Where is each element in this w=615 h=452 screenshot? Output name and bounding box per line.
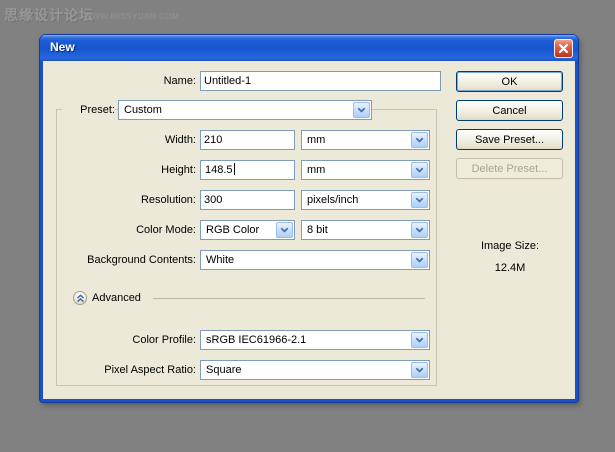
color-profile-value: sRGB IEC61966-2.1 (206, 331, 306, 349)
height-input[interactable]: 148.5 (200, 160, 295, 180)
dialog-titlebar[interactable]: New (40, 35, 578, 61)
bit-depth-select[interactable]: 8 bit (301, 220, 430, 240)
preset-value: Custom (124, 101, 162, 119)
ok-button[interactable]: OK (456, 71, 563, 92)
preset-select[interactable]: Custom (118, 100, 372, 120)
pixel-aspect-ratio-label: Pixel Aspect Ratio: (60, 360, 196, 380)
background-contents-dropdown-button[interactable] (411, 252, 428, 268)
color-profile-label: Color Profile: (60, 330, 196, 350)
double-chevron-up-icon (76, 294, 85, 303)
text-caret (234, 163, 235, 175)
bit-depth-dropdown-button[interactable] (411, 222, 428, 238)
image-size-label: Image Size: (445, 240, 575, 252)
color-mode-dropdown-button[interactable] (276, 222, 293, 238)
background-contents-value: White (206, 251, 234, 269)
pixel-aspect-ratio-value: Square (206, 361, 241, 379)
delete-preset-button: Delete Preset... (456, 158, 563, 179)
advanced-divider (153, 298, 425, 299)
name-input[interactable] (200, 71, 441, 91)
color-profile-select[interactable]: sRGB IEC61966-2.1 (200, 330, 430, 350)
pixel-aspect-ratio-select[interactable]: Square (200, 360, 430, 380)
width-unit-select[interactable]: mm (301, 130, 430, 150)
color-mode-select[interactable]: RGB Color (200, 220, 295, 240)
width-unit-value: mm (307, 131, 325, 149)
width-label: Width: (60, 130, 196, 150)
chevron-down-icon (415, 367, 424, 373)
width-unit-dropdown-button[interactable] (411, 132, 428, 148)
image-size-value: 12.4M (445, 262, 575, 274)
height-value: 148.5 (205, 164, 233, 176)
chevron-down-icon (415, 197, 424, 203)
color-profile-dropdown-button[interactable] (411, 332, 428, 348)
advanced-collapse-button[interactable] (73, 291, 87, 305)
chevron-down-icon (415, 257, 424, 263)
width-input[interactable] (200, 130, 295, 150)
resolution-unit-dropdown-button[interactable] (411, 192, 428, 208)
height-unit-dropdown-button[interactable] (411, 162, 428, 178)
color-mode-label: Color Mode: (60, 220, 196, 240)
cancel-button[interactable]: Cancel (456, 100, 563, 121)
resolution-label: Resolution: (60, 190, 196, 210)
resolution-unit-value: pixels/inch (307, 191, 358, 209)
close-icon (558, 43, 569, 54)
chevron-down-icon (357, 107, 366, 113)
chevron-down-icon (415, 167, 424, 173)
resolution-unit-select[interactable]: pixels/inch (301, 190, 430, 210)
chevron-down-icon (415, 137, 424, 143)
pixel-aspect-ratio-dropdown-button[interactable] (411, 362, 428, 378)
resolution-input[interactable] (200, 190, 295, 210)
bit-depth-value: 8 bit (307, 221, 328, 239)
close-button[interactable] (554, 39, 573, 58)
height-unit-select[interactable]: mm (301, 160, 430, 180)
height-unit-value: mm (307, 161, 325, 179)
background-contents-label: Background Contents: (60, 250, 196, 270)
background-contents-select[interactable]: White (200, 250, 430, 270)
advanced-section-label: Advanced (92, 288, 152, 308)
dialog-title: New (50, 35, 75, 60)
chevron-down-icon (280, 227, 289, 233)
preset-dropdown-button[interactable] (353, 102, 370, 118)
screenshot-stage: 思缘设计论坛 WWW.MISSYUAN.COM New Name: Preset… (0, 0, 615, 452)
chevron-down-icon (415, 337, 424, 343)
watermark-site-url: WWW.MISSYUAN.COM (84, 12, 179, 21)
preset-label: Preset: (62, 100, 115, 120)
watermark-site-name: 思缘设计论坛 (4, 5, 94, 25)
color-mode-value: RGB Color (206, 221, 259, 239)
save-preset-button[interactable]: Save Preset... (456, 129, 563, 150)
chevron-down-icon (415, 227, 424, 233)
name-label: Name: (60, 71, 196, 91)
height-label: Height: (60, 160, 196, 180)
